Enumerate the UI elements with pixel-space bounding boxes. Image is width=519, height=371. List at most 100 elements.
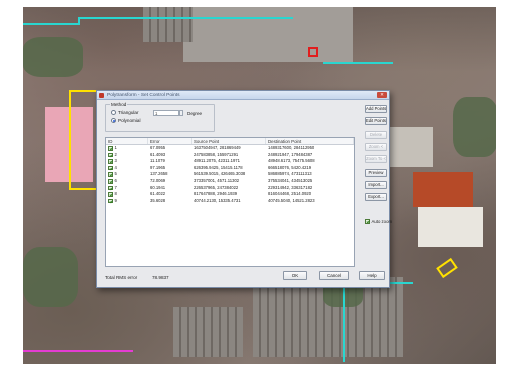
- radio-triangular[interactable]: [111, 110, 116, 115]
- ok-button[interactable]: OK: [283, 271, 307, 280]
- table-row[interactable]: 4 97.1965 626395.9425, 15415.1178 666518076…: [106, 165, 354, 172]
- vegetation: [23, 247, 78, 307]
- table-row[interactable]: 2 61.4093 247583858, 155971291 248921947, 1…: [106, 152, 354, 159]
- row-destination-point: 248921947, 179484387: [268, 151, 313, 157]
- polytransform-dialog: Polytransform - Set Control Points ✕ Met…: [96, 90, 392, 288]
- column-header-destination[interactable]: Destination Point: [266, 138, 354, 144]
- method-option-polynomial[interactable]: Polynomial: [111, 118, 140, 123]
- row-destination-point: 816044468, 2514.0920: [268, 191, 312, 197]
- magenta-boundary-line: [23, 350, 133, 352]
- table-row[interactable]: 3 11.1079 48911.2075, 42311.1971 48948.6173…: [106, 158, 354, 165]
- side-button-8[interactable]: Export...: [365, 193, 387, 201]
- row-destination-point: 586885974, 473111313: [268, 171, 312, 177]
- auto-zoom-checkbox[interactable]: Auto zoom: [365, 219, 392, 224]
- row-error: 72.0069: [150, 177, 166, 183]
- radio-polynomial[interactable]: [111, 118, 116, 123]
- row-id-cell: 8: [106, 191, 148, 198]
- table-row[interactable]: 7 60.1941 226537965, 247384022 229314942, 3…: [106, 185, 354, 192]
- row-id: 8: [114, 191, 117, 197]
- row-id: 1: [114, 145, 117, 150]
- row-enable-checkbox[interactable]: [108, 179, 113, 184]
- side-button-1[interactable]: Add Points <: [365, 105, 387, 113]
- row-enable-checkbox[interactable]: [108, 185, 113, 191]
- auto-zoom-check[interactable]: [365, 219, 370, 224]
- tarmac-area: [183, 7, 353, 62]
- table-row[interactable]: 8 61.4022 817647888, 2946.1939 816044468, 2…: [106, 191, 354, 198]
- row-id-cell: 6: [106, 178, 148, 185]
- degree-label: Degree: [187, 111, 203, 116]
- vegetation: [23, 37, 83, 77]
- degree-spinner[interactable]: [179, 110, 183, 116]
- cyan-boundary-line: [323, 62, 393, 64]
- row-enable-checkbox[interactable]: [108, 172, 113, 177]
- row-error: 97.1965: [150, 164, 166, 170]
- method-group: Method Triangular Polynomial: [105, 102, 215, 132]
- row-id: 2: [114, 151, 117, 157]
- table-row[interactable]: 5 137.2658 561539.5015, 426465.3038 5868859…: [106, 171, 354, 178]
- row-source-point: 626395.9425, 15415.1178: [194, 164, 243, 170]
- control-points-table: ID Error Source Point Destination Point …: [105, 137, 355, 267]
- row-source-point: 40744.2130, 15335.4731: [194, 197, 241, 203]
- row-id: 5: [114, 171, 117, 177]
- row-error: 35.6028: [150, 197, 166, 203]
- row-id-cell: 2: [106, 152, 148, 159]
- vegetation: [453, 97, 496, 157]
- row-id: 6: [114, 177, 117, 183]
- table-body: 1 67.0955 1637504947, 281869449 1489317600,…: [106, 145, 354, 204]
- close-button[interactable]: ✕: [377, 92, 387, 98]
- side-button-4[interactable]: Zoom <: [365, 143, 387, 151]
- degree-input[interactable]: 1: [153, 110, 179, 116]
- method-option-triangular[interactable]: Triangular: [111, 110, 139, 115]
- side-button-6[interactable]: Preview: [365, 169, 387, 177]
- app-icon: [99, 93, 104, 98]
- row-id: 9: [114, 197, 117, 203]
- row-source-point: 247583858, 155971291: [194, 151, 239, 157]
- building-roof-grey: [383, 127, 433, 167]
- row-source-point: 48911.2075, 42311.1971: [194, 158, 240, 164]
- cyan-boundary-line: [343, 282, 345, 362]
- radio-polynomial-label: Polynomial: [118, 118, 141, 123]
- row-error: 11.1079: [150, 158, 165, 164]
- row-id-cell: 5: [106, 171, 148, 178]
- row-id-cell: 4: [106, 165, 148, 172]
- row-source-point: 226537965, 247384022: [194, 184, 239, 190]
- row-enable-checkbox[interactable]: [108, 159, 113, 164]
- help-button[interactable]: Help: [359, 271, 385, 280]
- row-enable-checkbox[interactable]: [108, 192, 113, 197]
- dialog-titlebar[interactable]: Polytransform - Set Control Points ✕: [97, 91, 389, 100]
- row-id-cell: 1: [106, 145, 148, 152]
- red-polygon: [308, 47, 318, 57]
- side-button-3[interactable]: Delete: [365, 131, 387, 139]
- row-enable-checkbox[interactable]: [108, 198, 113, 204]
- column-header-source[interactable]: Source Point: [192, 138, 266, 144]
- row-source-point: 817647888, 2946.1939: [194, 191, 238, 197]
- parking-lot: [173, 307, 243, 357]
- row-destination-point: 229314942, 336317182: [268, 184, 313, 190]
- side-button-5[interactable]: Zoom To <: [365, 155, 387, 163]
- row-enable-checkbox[interactable]: [108, 146, 113, 151]
- side-button-7[interactable]: Import...: [365, 181, 387, 189]
- column-header-id[interactable]: ID: [106, 138, 148, 144]
- radio-triangular-label: Triangular: [118, 110, 139, 115]
- row-error: 61.4093: [150, 151, 166, 157]
- table-row[interactable]: 6 72.0069 373357001, 4571.11302 375534041, …: [106, 178, 354, 185]
- building-roof-orange: [413, 172, 473, 207]
- row-id-cell: 7: [106, 185, 148, 192]
- row-error: 61.4022: [150, 191, 166, 197]
- side-button-2[interactable]: Edit Points <: [365, 117, 387, 125]
- table-row[interactable]: 1 67.0955 1637504947, 281869449 1489317600,…: [106, 145, 354, 152]
- row-destination-point: 1489317600, 284112950: [268, 145, 315, 150]
- row-id: 7: [114, 184, 117, 190]
- row-id-cell: 9: [106, 198, 148, 205]
- building-roof-white: [418, 207, 483, 247]
- column-header-error[interactable]: Error: [148, 138, 192, 144]
- row-destination-point: 48948.6173, 75475.5608: [268, 158, 315, 164]
- row-source-point: 1637504947, 281869449: [194, 145, 241, 150]
- parking-lot: [143, 7, 193, 42]
- row-enable-checkbox[interactable]: [108, 165, 113, 171]
- dialog-title: Polytransform - Set Control Points: [107, 93, 180, 98]
- table-row[interactable]: 9 35.6028 40744.2130, 15335.4731 40745.5040…: [106, 198, 354, 205]
- row-error: 67.0955: [150, 145, 166, 150]
- row-enable-checkbox[interactable]: [108, 152, 113, 158]
- cancel-button[interactable]: Cancel: [319, 271, 349, 280]
